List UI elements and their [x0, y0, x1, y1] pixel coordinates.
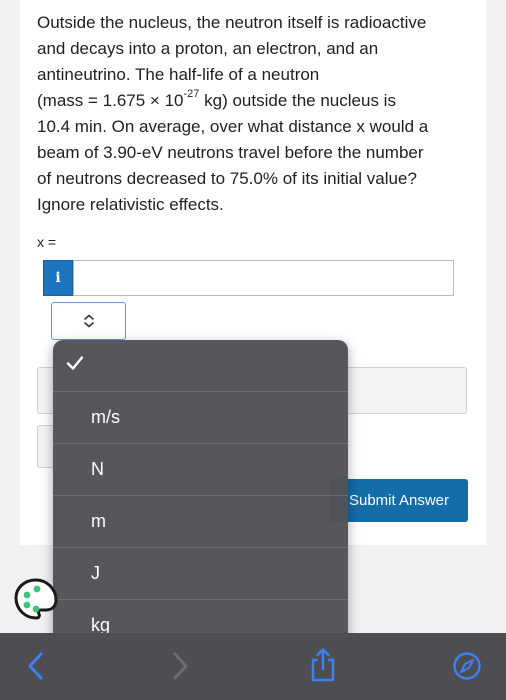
info-button[interactable]: i — [43, 260, 73, 296]
dropdown-option-m-per-s[interactable]: m/s — [53, 392, 348, 444]
question-line: of neutrons decreased to 75.0% of its in… — [37, 169, 417, 188]
dropdown-option-j[interactable]: J — [53, 548, 348, 600]
chevron-updown-icon — [83, 314, 94, 328]
browser-toolbar — [0, 633, 506, 700]
question-line: Ignore relativistic effects. — [37, 195, 224, 214]
question-line: 10.4 min. On average, over what distance… — [37, 117, 429, 136]
submit-answer-button[interactable]: Submit Answer — [330, 479, 468, 522]
answer-label: x = — [37, 234, 57, 250]
palette-icon[interactable] — [13, 576, 59, 622]
question-line: (mass = 1.675 × 10-27 kg) outside the nu… — [37, 88, 396, 110]
chevron-right-icon[interactable] — [172, 651, 190, 681]
question-line: Outside the nucleus, the neutron itself … — [37, 13, 427, 32]
units-select[interactable] — [51, 302, 126, 340]
question-line: antineutrino. The half-life of a neutron — [37, 65, 320, 84]
question-line: beam of 3.90-eV neutrons travel before t… — [37, 143, 424, 162]
info-icon: i — [55, 270, 61, 286]
question-line: and decays into a proton, an electron, a… — [37, 39, 379, 58]
chevron-left-icon[interactable] — [26, 651, 44, 681]
share-icon[interactable] — [310, 647, 336, 683]
dropdown-option-m[interactable]: m — [53, 496, 348, 548]
exponent: -27 — [183, 88, 200, 101]
dropdown-option-n[interactable]: N — [53, 444, 348, 496]
dropdown-option-blank[interactable] — [53, 340, 348, 392]
compass-icon[interactable] — [452, 651, 482, 681]
units-dropdown-menu: m/s N m J kg — [53, 340, 348, 652]
check-icon — [66, 356, 84, 370]
question-text: Outside the nucleus, the neutron itself … — [37, 10, 477, 218]
answer-input[interactable] — [73, 260, 454, 296]
